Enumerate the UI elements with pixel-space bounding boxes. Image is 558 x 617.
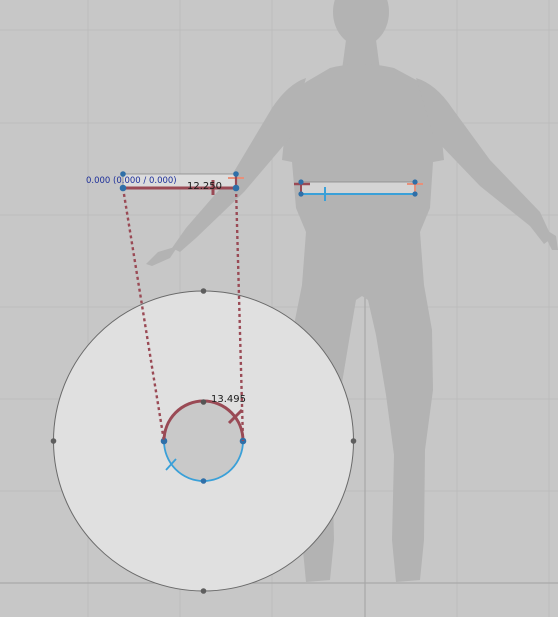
inner-handle-bottom[interactable]	[200, 478, 207, 484]
origin-readout: 0.000 (0.000 / 0.000)	[86, 176, 177, 186]
width-handle-br[interactable]	[232, 184, 240, 192]
waist-handle-bl[interactable]	[298, 191, 304, 197]
inner-handle-top[interactable]	[200, 399, 207, 405]
waist-handle-br[interactable]	[412, 191, 418, 197]
arc-measure-value: 13.495	[211, 394, 246, 405]
waist-handle-tr[interactable]	[412, 179, 418, 185]
width-measure-value: 12.250	[187, 181, 222, 192]
handle-right[interactable]	[350, 438, 357, 444]
3d-viewport[interactable]: 0.000 (0.000 / 0.000) 12.250 13.495	[0, 0, 558, 617]
waist-handle-tl[interactable]	[298, 179, 304, 185]
handle-left[interactable]	[50, 438, 57, 444]
width-handle-tr[interactable]	[233, 171, 239, 177]
handle-top[interactable]	[200, 288, 207, 294]
handle-bottom[interactable]	[200, 588, 207, 594]
